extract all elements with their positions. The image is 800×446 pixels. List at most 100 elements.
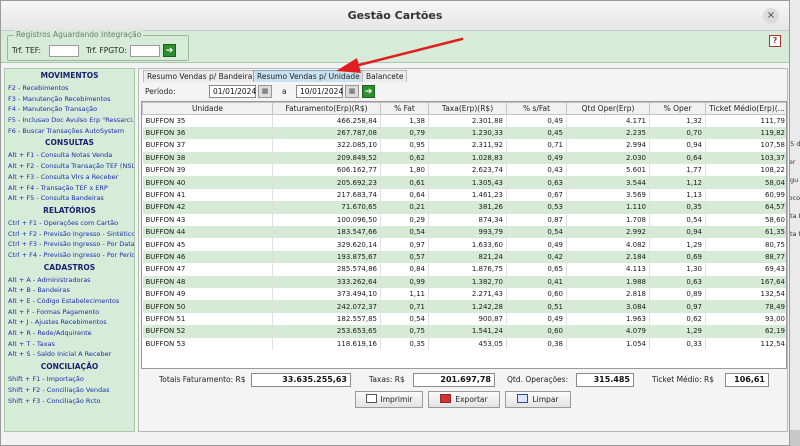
cell-unidade: BUFFON 42 [142, 201, 273, 214]
table-row[interactable]: BUFFON 51 182.557,85 0,54 900,87 0,49 1.963 0,… [142, 312, 786, 326]
table-row[interactable]: BUFFON 38 209.849,52 0,62 1.028,83 0,49 2.030… [142, 151, 786, 165]
date-to-field[interactable]: 10/01/2024 [296, 85, 343, 98]
cell-unidade: BUFFON 39 [142, 164, 273, 177]
cell-pct-oper: 1,32 [649, 114, 706, 127]
tab-balancete[interactable]: Balancete [362, 70, 408, 82]
tab-resumo-bandeira[interactable]: Resumo Vendas p/ Bandeira [143, 70, 257, 82]
table-row[interactable]: BUFFON 41 217.683,74 0,64 1.461,23 0,67 3.569… [142, 188, 786, 202]
cell-qtd-oper: 2.992 [566, 226, 650, 239]
green-arrow-icon[interactable]: ➔ [163, 44, 176, 57]
cell-faturamento: 466.258,84 [272, 114, 381, 127]
cell-ticket-medio: 103,37 [705, 151, 786, 165]
table-row[interactable]: BUFFON 49 373.494,10 1,11 2.271,43 0,60 2.818… [142, 287, 786, 301]
cell-faturamento: 183.547,66 [272, 226, 381, 239]
sidebar-item-administradoras[interactable]: Alt + A - Administradoras [5, 275, 134, 286]
table-row[interactable]: BUFFON 46 193.875,67 0,57 821,24 0,42 2.184 0,… [142, 250, 786, 264]
summary-table: Unidade Faturamento(Erp)(R$) % Fat Taxa(… [141, 101, 787, 369]
total-faturamento-label: Totais Faturamento: R$ [159, 375, 246, 384]
sidebar-item-conciliacao-vendas[interactable]: Shift + F2 - Conciliação Vendas [5, 385, 134, 396]
sidebar-item-formas-pagamento[interactable]: Alt + F - Formas Pagamento [5, 307, 134, 318]
sidebar-menu: MOVIMENTOS F2 - Recebimentos F3 - Manute… [4, 68, 135, 432]
sidebar-item-transacao-tef-erp[interactable]: Alt + F4 - Transação TEF x ERP [5, 183, 134, 194]
table-row[interactable]: BUFFON 52 253.653,65 0,75 1.541,24 0,60 4.079… [142, 325, 786, 338]
table-row[interactable]: BUFFON 50 242.072,37 0,71 1.242,28 0,51 3.084… [142, 300, 786, 313]
column-header-pct-s-fat[interactable]: % s/Fat [506, 102, 567, 115]
sidebar-item-inclusao-doc-avulso[interactable]: F5 - Inclusao Doc Avulso Erp "Ressarci..… [5, 115, 134, 126]
date-from-field[interactable]: 01/01/2024 [209, 85, 256, 98]
clear-button[interactable]: Limpar [505, 391, 571, 408]
cell-ticket-medio: 119,82 [705, 126, 786, 140]
export-icon [440, 394, 452, 403]
trf-tef-field[interactable] [49, 45, 79, 57]
calendar-icon[interactable]: ▦ [345, 85, 359, 98]
cell-pct-fat: 0,84 [380, 263, 429, 276]
column-header-faturamento[interactable]: Faturamento(Erp)(R$) [272, 102, 381, 115]
cell-ticket-medio: 111,79 [705, 114, 786, 127]
sidebar-item-ajustes-recebimentos[interactable]: Alt + J - Ajustes Recebimentos [5, 317, 134, 328]
cell-faturamento: 71.670,65 [272, 201, 381, 214]
column-header-ticket-medio[interactable]: Ticket Médio(Erp)(... [705, 102, 786, 115]
cell-pct-oper: 0,62 [649, 312, 706, 326]
sidebar-item-bandeiras[interactable]: Alt + B - Bandeiras [5, 285, 134, 296]
cell-pct-s-fat: 0,54 [506, 226, 567, 239]
tab-resumo-unidade[interactable]: Resumo Vendas p/ Unidade [253, 70, 364, 82]
table-row[interactable]: BUFFON 35 466.258,84 1,38 2.301,88 0,49 4.171… [142, 114, 786, 127]
sidebar-item-previsao-por-periodo[interactable]: Ctrl + F4 - Previsão Ingresso - Por Perí… [5, 250, 134, 261]
cell-pct-s-fat: 0,49 [506, 151, 567, 165]
main-panel: Resumo Vendas p/ Bandeira Resumo Vendas … [138, 68, 788, 432]
sidebar-item-previsao-por-data[interactable]: Ctrl + F3 - Previsão Ingresso - Por Data [5, 239, 134, 250]
sidebar-item-manutencao-transacao[interactable]: F4 - Manutenção Transação [5, 104, 134, 115]
sidebar-item-previsao-sintetico[interactable]: Ctrl + F2 - Previsão Ingresso - Sintétic… [5, 229, 134, 240]
sidebar-item-conciliacao-rcto[interactable]: Shift + F3 - Conciliação Rcto [5, 396, 134, 407]
column-header-unidade[interactable]: Unidade [142, 102, 273, 115]
cell-pct-fat: 0,35 [380, 337, 429, 350]
table-row[interactable]: BUFFON 43 100.096,50 0,29 874,34 0,87 1.708 0,… [142, 213, 786, 227]
green-arrow-icon[interactable]: ➔ [362, 85, 375, 98]
column-header-qtd-oper[interactable]: Qtd Oper(Erp) [566, 102, 650, 115]
sidebar-item-consulta-notas-venda[interactable]: Alt + F1 - Consulta Notas Venda [5, 150, 134, 161]
column-header-taxa[interactable]: Taxa(Erp)(R$) [428, 102, 507, 115]
table-row[interactable]: BUFFON 45 329.620,14 0,97 1.633,60 0,49 4.082… [142, 238, 786, 251]
sidebar-item-codigo-estabelecimentos[interactable]: Alt + E - Código Estabelecimentos [5, 296, 134, 307]
export-button[interactable]: Exportar [428, 391, 500, 408]
cell-faturamento: 267.787,08 [272, 126, 381, 140]
sidebar-item-manutencao-recebimentos[interactable]: F3 - Manutenção Recebimentos [5, 94, 134, 105]
sidebar-item-taxas[interactable]: Alt + T - Taxas [5, 339, 134, 350]
sidebar-item-buscar-transacoes[interactable]: F6 - Buscar Transações AutoSystem [5, 126, 134, 137]
sidebar-item-consulta-transacao-tef[interactable]: Alt + F2 - Consulta Transação TEF (NSU) [5, 161, 134, 172]
cell-ticket-medio: 107,58 [705, 139, 786, 152]
help-icon[interactable]: ? [769, 35, 781, 47]
calendar-icon[interactable]: ▦ [258, 85, 272, 98]
table-row[interactable]: BUFFON 47 285.574,86 0,84 1.876,75 0,65 4.113… [142, 263, 786, 276]
cell-qtd-oper: 3.084 [566, 300, 650, 313]
table-row[interactable]: BUFFON 53 118.619,16 0,35 453,05 0,38 1.054 0,… [142, 337, 786, 350]
cell-qtd-oper: 2.818 [566, 287, 650, 301]
cell-qtd-oper: 2.184 [566, 250, 650, 264]
table-row[interactable]: BUFFON 44 183.547,66 0,54 993,79 0,54 2.992 0,… [142, 226, 786, 239]
print-button[interactable]: Imprimir [355, 391, 423, 408]
sidebar-item-consulta-vlrs-receber[interactable]: Alt + F3 - Consulta Vlrs a Receber [5, 172, 134, 183]
sidebar-item-consulta-bandeiras[interactable]: Alt + F5 - Consulta Bandeiras [5, 193, 134, 204]
total-qtd-value: 315.485 [576, 373, 634, 387]
close-icon[interactable]: × [763, 8, 779, 24]
sidebar-item-rede-adquirente[interactable]: Alt + R - Rede/Adquirente [5, 328, 134, 339]
trf-fpgto-field[interactable] [130, 45, 160, 57]
table-row[interactable]: BUFFON 37 322.085,10 0,95 2.311,92 0,71 2.994… [142, 139, 786, 152]
cell-qtd-oper: 4.171 [566, 114, 650, 127]
cell-qtd-oper: 2.235 [566, 126, 650, 140]
table-row[interactable]: BUFFON 39 606.162,77 1,80 2.623,74 0,43 5.601… [142, 164, 786, 177]
cell-pct-oper: 0,63 [649, 275, 706, 288]
table-row[interactable]: BUFFON 36 267.787,08 0,79 1.230,33 0,45 2.235… [142, 126, 786, 140]
table-row[interactable]: BUFFON 40 205.692,23 0,61 1.305,43 0,63 3.544… [142, 176, 786, 189]
cell-pct-s-fat: 0,51 [506, 300, 567, 313]
table-row[interactable]: BUFFON 42 71.670,65 0,21 381,26 0,53 1.110 0,3… [142, 201, 786, 214]
column-header-pct-fat[interactable]: % Fat [380, 102, 429, 115]
sidebar-item-recebimentos[interactable]: F2 - Recebimentos [5, 83, 134, 94]
cell-pct-oper: 0,33 [649, 337, 706, 350]
cell-qtd-oper: 3.569 [566, 188, 650, 202]
table-row[interactable]: BUFFON 48 333.262,64 0,99 1.382,70 0,41 1.988… [142, 275, 786, 288]
sidebar-item-operacoes-cartao[interactable]: Ctrl + F1 - Operações com Cartão [5, 218, 134, 229]
column-header-pct-oper[interactable]: % Oper [649, 102, 706, 115]
sidebar-item-importacao[interactable]: Shift + F1 - Importação [5, 374, 134, 385]
sidebar-item-saldo-inicial[interactable]: Alt + S - Saldo Inicial A Receber [5, 349, 134, 360]
